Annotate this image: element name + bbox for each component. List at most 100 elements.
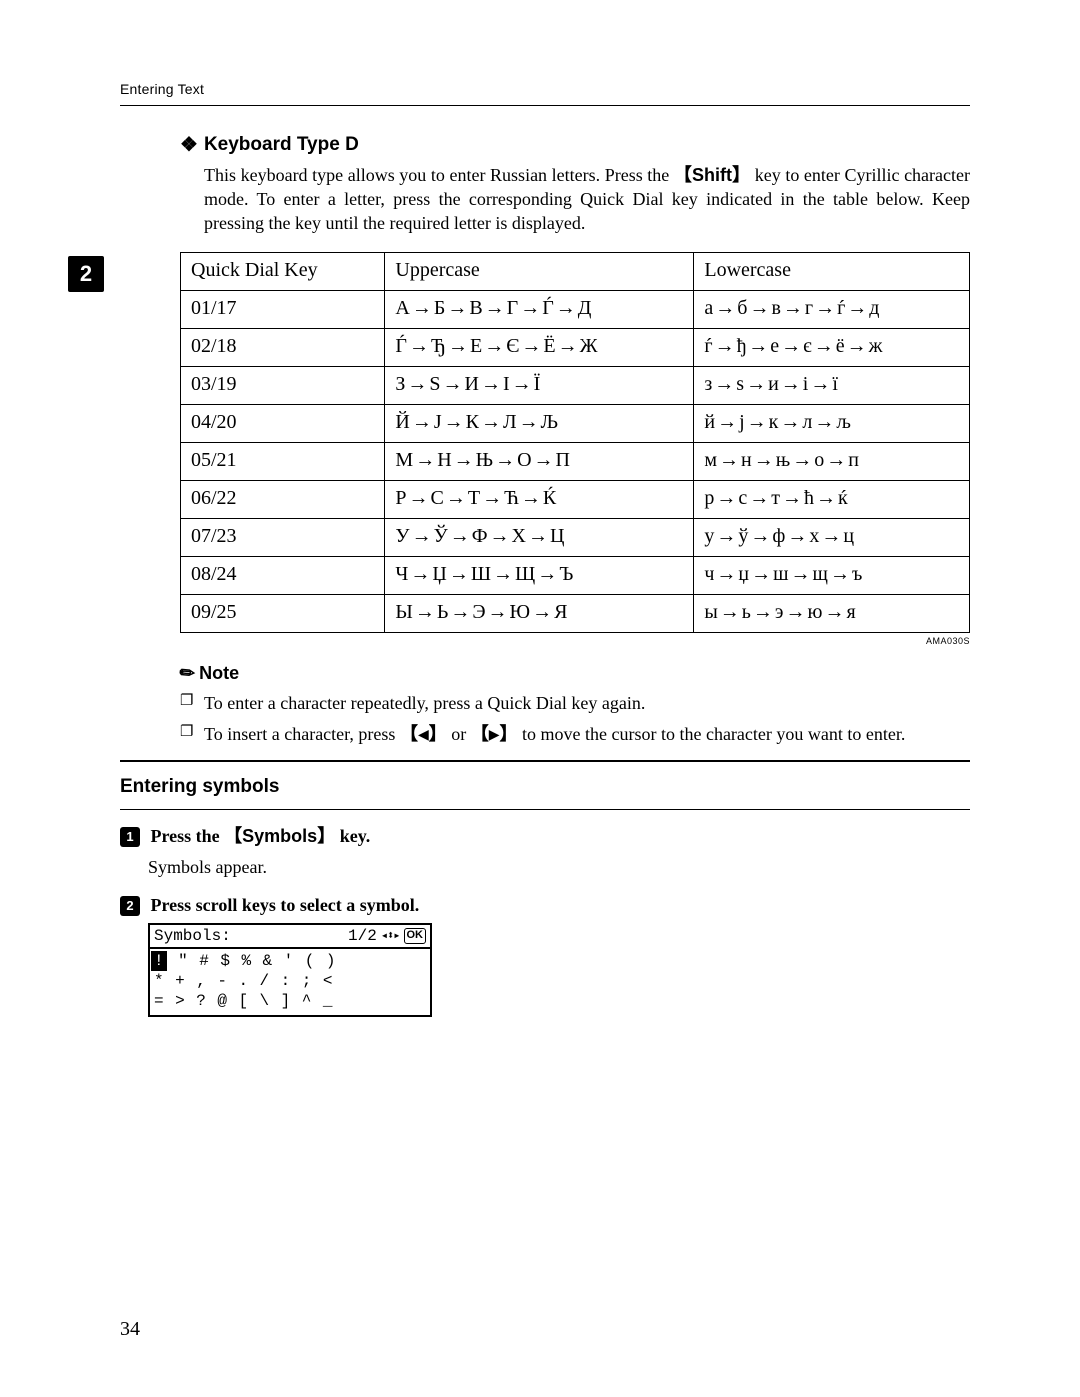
- shift-key-label: Shift: [692, 165, 732, 185]
- table-row: 02/18Ѓ→Ђ→Е→Є→Ё→Жѓ→ђ→е→є→ё→ж: [181, 328, 970, 366]
- keyboard-body: This keyboard type allows you to enter R…: [204, 163, 970, 236]
- quick-dial-cell: 06/22: [181, 480, 385, 518]
- step-1-number: 1: [120, 827, 140, 847]
- lcd-screen: Symbols: 1/2 ◂⬍▸ OK !"#$%&'()*+,-./:;<=>…: [148, 923, 432, 1017]
- uppercase-cell: З→Ѕ→И→І→Ї: [385, 366, 694, 404]
- lcd-symbol[interactable]: ): [326, 951, 336, 971]
- lowercase-cell: р→с→т→ћ→ќ: [694, 480, 970, 518]
- lcd-symbol[interactable]: \: [260, 991, 270, 1011]
- uppercase-cell: Ѓ→Ђ→Е→Є→Ё→Ж: [385, 328, 694, 366]
- lcd-symbol[interactable]: ,: [196, 971, 206, 991]
- note-heading: ✎Note: [180, 661, 970, 685]
- running-head: Entering Text: [120, 80, 970, 106]
- lowercase-cell: м→н→њ→о→п: [694, 442, 970, 480]
- lcd-row: = >? @ [ \] ^ _: [154, 991, 426, 1011]
- uppercase-cell: Ы→Ь→Э→Ю→Я: [385, 594, 694, 632]
- lcd-symbol[interactable]: #: [199, 951, 209, 971]
- note2-pre: To insert a character, press: [204, 724, 400, 744]
- step1-post: key.: [335, 826, 370, 846]
- lcd-symbol[interactable]: &: [263, 951, 273, 971]
- lcd-symbol-grid[interactable]: ! " # $%&' () * +,-. /:; < = >? @ [ \] ^ _: [150, 949, 430, 1015]
- lowercase-cell: у→ў→ф→х→ц: [694, 518, 970, 556]
- lb3: 【: [224, 826, 242, 846]
- chapter-tab: 2: [68, 256, 104, 292]
- entering-symbols-heading: Entering symbols: [120, 774, 970, 800]
- uppercase-cell: А→Б→В→Г→Ѓ→Д: [385, 290, 694, 328]
- rb1: 】: [429, 724, 447, 744]
- lcd-symbol[interactable]: ?: [196, 991, 206, 1011]
- table-row: 07/23У→Ў→Ф→Х→Цу→ў→ф→х→ц: [181, 518, 970, 556]
- table-row: 06/22Р→С→Т→Ћ→Ќр→с→т→ћ→ќ: [181, 480, 970, 518]
- lcd-ok-button[interactable]: OK: [404, 928, 427, 944]
- rb3: 】: [317, 826, 335, 846]
- lb2: 【: [471, 724, 489, 744]
- col-uppercase: Uppercase: [385, 252, 694, 290]
- lcd-symbol[interactable]: ]: [281, 991, 291, 1011]
- image-code: AMA030S: [180, 635, 970, 647]
- col-lowercase: Lowercase: [694, 252, 970, 290]
- lcd-symbol[interactable]: -: [217, 971, 227, 991]
- uppercase-cell: Ч→Џ→Ш→Щ→Ъ: [385, 556, 694, 594]
- lowercase-cell: ч→џ→ш→щ→ъ: [694, 556, 970, 594]
- keyboard-section: ❖Keyboard Type D This keyboard type allo…: [180, 132, 970, 746]
- keyboard-heading: ❖Keyboard Type D: [180, 132, 970, 159]
- note-heading-text: Note: [199, 663, 239, 683]
- symbols-key-label: Symbols: [242, 826, 317, 846]
- lcd-symbol[interactable]: :: [281, 971, 291, 991]
- table-row: 09/25Ы→Ь→Э→Ю→Яы→ь→э→ю→я: [181, 594, 970, 632]
- lcd-symbol[interactable]: >: [175, 991, 185, 1011]
- col-quick-dial: Quick Dial Key: [181, 252, 385, 290]
- right-bracket: 】: [732, 165, 750, 185]
- uppercase-cell: У→Ў→Ф→Х→Ц: [385, 518, 694, 556]
- quick-dial-cell: 07/23: [181, 518, 385, 556]
- table-row: 08/24Ч→Џ→Ш→Щ→Ъч→џ→ш→щ→ъ: [181, 556, 970, 594]
- lcd-symbol[interactable]: !: [151, 951, 167, 971]
- lcd-symbol[interactable]: *: [154, 971, 164, 991]
- step1-pre: Press the: [151, 826, 225, 846]
- page-number: 34: [120, 1316, 140, 1343]
- uppercase-cell: Р→С→Т→Ћ→Ќ: [385, 480, 694, 518]
- step-1: 1 Press the 【Symbols】 key.: [120, 824, 970, 848]
- lcd-page: 1/2: [348, 926, 377, 946]
- lcd-symbol[interactable]: (: [305, 951, 315, 971]
- lcd-symbol[interactable]: ^: [302, 991, 312, 1011]
- divider-thin: [120, 809, 970, 810]
- left-bracket: 【: [674, 165, 692, 185]
- note-item-2: To insert a character, press 【◀】 or 【▶】 …: [180, 722, 970, 746]
- lcd-symbol[interactable]: %: [241, 951, 251, 971]
- rb2: 】: [500, 724, 518, 744]
- lcd-symbol[interactable]: @: [217, 991, 227, 1011]
- keyboard-heading-text: Keyboard Type D: [204, 134, 359, 155]
- page: Entering Text 2 ❖Keyboard Type D This ke…: [0, 0, 1080, 1397]
- lcd-symbol[interactable]: ": [178, 951, 188, 971]
- divider: [120, 760, 970, 762]
- quick-dial-cell: 05/21: [181, 442, 385, 480]
- lcd-symbol[interactable]: +: [175, 971, 185, 991]
- lcd-symbol[interactable]: _: [323, 991, 333, 1011]
- lcd-symbol[interactable]: ;: [302, 971, 312, 991]
- note2-post: to move the cursor to the character you …: [518, 724, 906, 744]
- lcd-symbol[interactable]: .: [238, 971, 248, 991]
- note-item-1: To enter a character repeatedly, press a…: [180, 691, 970, 715]
- table-row: 04/20Й→Ј→К→Л→Љй→ј→к→л→љ: [181, 404, 970, 442]
- lcd-symbol[interactable]: $: [220, 951, 230, 971]
- lcd-row: * +,-. /:; <: [154, 971, 426, 991]
- step-2-number: 2: [120, 896, 140, 916]
- lcd-symbol[interactable]: =: [154, 991, 164, 1011]
- lowercase-cell: ѓ→ђ→е→є→ё→ж: [694, 328, 970, 366]
- lb1: 【: [400, 724, 418, 744]
- lcd-nav-icon: ◂⬍▸: [381, 929, 400, 944]
- quick-dial-cell: 02/18: [181, 328, 385, 366]
- pencil-icon: ✎: [174, 659, 201, 687]
- lcd-symbol[interactable]: <: [323, 971, 333, 991]
- lcd-symbol[interactable]: [: [238, 991, 248, 1011]
- quick-dial-cell: 08/24: [181, 556, 385, 594]
- lcd-symbol[interactable]: /: [260, 971, 270, 991]
- step-1-body: Symbols appear.: [148, 855, 970, 879]
- lcd-symbol[interactable]: ': [284, 951, 294, 971]
- quick-dial-cell: 03/19: [181, 366, 385, 404]
- quick-dial-table: Quick Dial Key Uppercase Lowercase 01/17…: [180, 252, 970, 633]
- lcd-header-right: 1/2 ◂⬍▸ OK: [348, 926, 426, 946]
- keyboard-body-pre: This keyboard type allows you to enter R…: [204, 165, 674, 185]
- table-row: 05/21М→Н→Њ→О→Пм→н→њ→о→п: [181, 442, 970, 480]
